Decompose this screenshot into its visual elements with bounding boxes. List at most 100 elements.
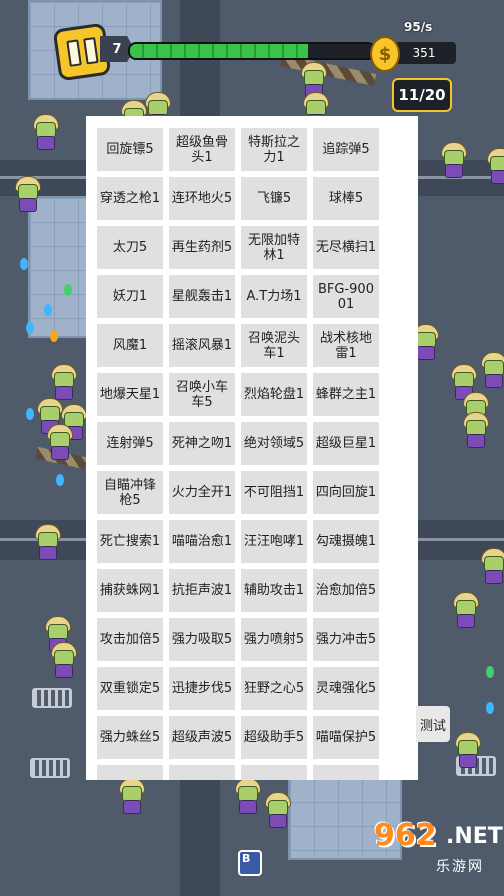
skill-option[interactable]: 召唤小车车5 (169, 373, 235, 416)
skill-option[interactable]: A.T力场1 (241, 275, 307, 318)
zombie-enemy (50, 364, 77, 400)
watermark-net: .NET (446, 824, 503, 849)
zombie-enemy (440, 142, 467, 178)
pause-icon (65, 39, 82, 67)
skill-select-panel: 回旋镖5 超级鱼骨头1 特斯拉之力1 追踪弹5 穿透之枪1 连环地火5 飞镰5 球棒5 太刀5 再… (86, 116, 418, 780)
xp-progress-fill (130, 44, 309, 58)
skill-grid: 回旋镖5 超级鱼骨头1 特斯拉之力1 追踪弹5 穿透之枪1 连环地火5 飞镰5 球棒5 太刀5 再… (97, 128, 379, 780)
xp-gem (56, 474, 64, 486)
skill-option[interactable]: 汪汪咆哮1 (241, 520, 307, 563)
xp-gem (44, 304, 52, 316)
skill-option[interactable]: 风魔1 (97, 324, 163, 367)
skill-option[interactable]: 球棒5 (313, 177, 379, 220)
zombie-enemy (264, 792, 291, 828)
skill-option[interactable]: 勾魂摄魄1 (313, 520, 379, 563)
bottom-b-icon[interactable]: B (238, 850, 262, 876)
coin-count: 351 (392, 42, 456, 64)
skill-option[interactable] (97, 765, 163, 780)
skill-option[interactable] (241, 765, 307, 780)
skill-option[interactable]: 四向回旋1 (313, 471, 379, 514)
zombie-enemy (486, 148, 504, 184)
zombie-enemy (34, 524, 61, 560)
skill-option[interactable]: 再生药剂5 (169, 226, 235, 269)
skill-option[interactable]: 地爆天星1 (97, 373, 163, 416)
zombie-enemy (50, 642, 77, 678)
skill-option[interactable]: 召唤泥头车1 (241, 324, 307, 367)
skill-option[interactable]: 死神之吻1 (169, 422, 235, 465)
skill-option[interactable]: 妖刀1 (97, 275, 163, 318)
skill-option[interactable]: 喵喵治愈1 (169, 520, 235, 563)
xp-gem (486, 666, 494, 678)
skill-option[interactable]: 强力吸取5 (169, 618, 235, 661)
xp-progress-bar (128, 42, 376, 60)
skill-option[interactable]: 穿透之枪1 (97, 177, 163, 220)
zombie-enemy (462, 412, 489, 448)
zombie-enemy (480, 548, 504, 584)
skill-option[interactable]: 蜂群之主1 (313, 373, 379, 416)
coin-rate: 95/s (404, 20, 433, 34)
skill-option[interactable]: 无限加特林1 (241, 226, 307, 269)
skill-option[interactable]: BFG-90001 (313, 275, 379, 318)
skill-option[interactable]: 连环地火5 (169, 177, 235, 220)
skill-option[interactable]: 自瞄冲锋枪5 (97, 471, 163, 514)
zombie-enemy (118, 778, 145, 814)
xp-gem (26, 408, 34, 420)
skill-option[interactable]: 辅助攻击1 (241, 569, 307, 612)
zombie-enemy (454, 732, 481, 768)
drain-grate (30, 758, 70, 778)
skill-option[interactable]: 无尽横扫1 (313, 226, 379, 269)
skill-option[interactable]: 特斯拉之力1 (241, 128, 307, 171)
skill-option[interactable]: 追踪弹5 (313, 128, 379, 171)
skill-option[interactable]: 太刀5 (97, 226, 163, 269)
floor-tiles (28, 196, 90, 338)
xp-gem (26, 322, 34, 334)
skill-option[interactable]: 强力冲击5 (313, 618, 379, 661)
skill-option[interactable]: 摇滚风暴1 (169, 324, 235, 367)
site-watermark: 962 .NET 乐游网 (374, 818, 503, 882)
skill-option[interactable]: 死亡搜索1 (97, 520, 163, 563)
coin-icon: $ (370, 36, 400, 72)
zombie-enemy (32, 114, 59, 150)
zombie-enemy (234, 778, 261, 814)
skill-option[interactable]: 狂野之心5 (241, 667, 307, 710)
watermark-number: 962 (374, 818, 437, 853)
skill-option[interactable]: 治愈加倍5 (313, 569, 379, 612)
skill-option[interactable]: 超级助手5 (241, 716, 307, 759)
skill-option[interactable]: 强力蛛丝5 (97, 716, 163, 759)
skill-option[interactable]: 超级巨星1 (313, 422, 379, 465)
skill-option[interactable]: 绝对领域5 (241, 422, 307, 465)
xp-gem (20, 258, 28, 270)
skill-option[interactable]: 超级鱼骨头1 (169, 128, 235, 171)
test-button[interactable]: 测试 (416, 706, 450, 742)
zombie-enemy (480, 352, 504, 388)
pause-icon (82, 37, 99, 65)
drain-grate (32, 688, 72, 708)
skill-option[interactable]: 攻击加倍5 (97, 618, 163, 661)
skill-option[interactable]: 迅捷步伐5 (169, 667, 235, 710)
skill-option[interactable]: 灵魂强化5 (313, 667, 379, 710)
skill-option[interactable]: 星舰轰击1 (169, 275, 235, 318)
skill-option[interactable]: 喵喵保护5 (313, 716, 379, 759)
skill-option[interactable]: 强力喷射5 (241, 618, 307, 661)
watermark-sub: 乐游网 (436, 859, 484, 875)
skill-option[interactable]: 烈焰轮盘1 (241, 373, 307, 416)
skill-option[interactable]: 捕获蛛网1 (97, 569, 163, 612)
skill-option[interactable]: 不可阻挡1 (241, 471, 307, 514)
xp-gem (50, 330, 58, 342)
skill-option[interactable]: 回旋镖5 (97, 128, 163, 171)
zombie-enemy (452, 592, 479, 628)
skill-option[interactable]: 双重锁定5 (97, 667, 163, 710)
skill-option[interactable]: 飞镰5 (241, 177, 307, 220)
wave-counter: 11/20 (392, 78, 452, 112)
skill-option[interactable] (313, 765, 379, 780)
skill-option[interactable]: 超级声波5 (169, 716, 235, 759)
xp-gem (64, 284, 72, 296)
skill-option[interactable]: 战术核地雷1 (313, 324, 379, 367)
xp-gem (486, 702, 494, 714)
zombie-enemy (14, 176, 41, 212)
skill-option[interactable]: 火力全开1 (169, 471, 235, 514)
skill-option[interactable] (169, 765, 235, 780)
skill-option[interactable]: 连射弹5 (97, 422, 163, 465)
skill-option[interactable]: 抗拒声波1 (169, 569, 235, 612)
zombie-enemy (46, 424, 73, 460)
